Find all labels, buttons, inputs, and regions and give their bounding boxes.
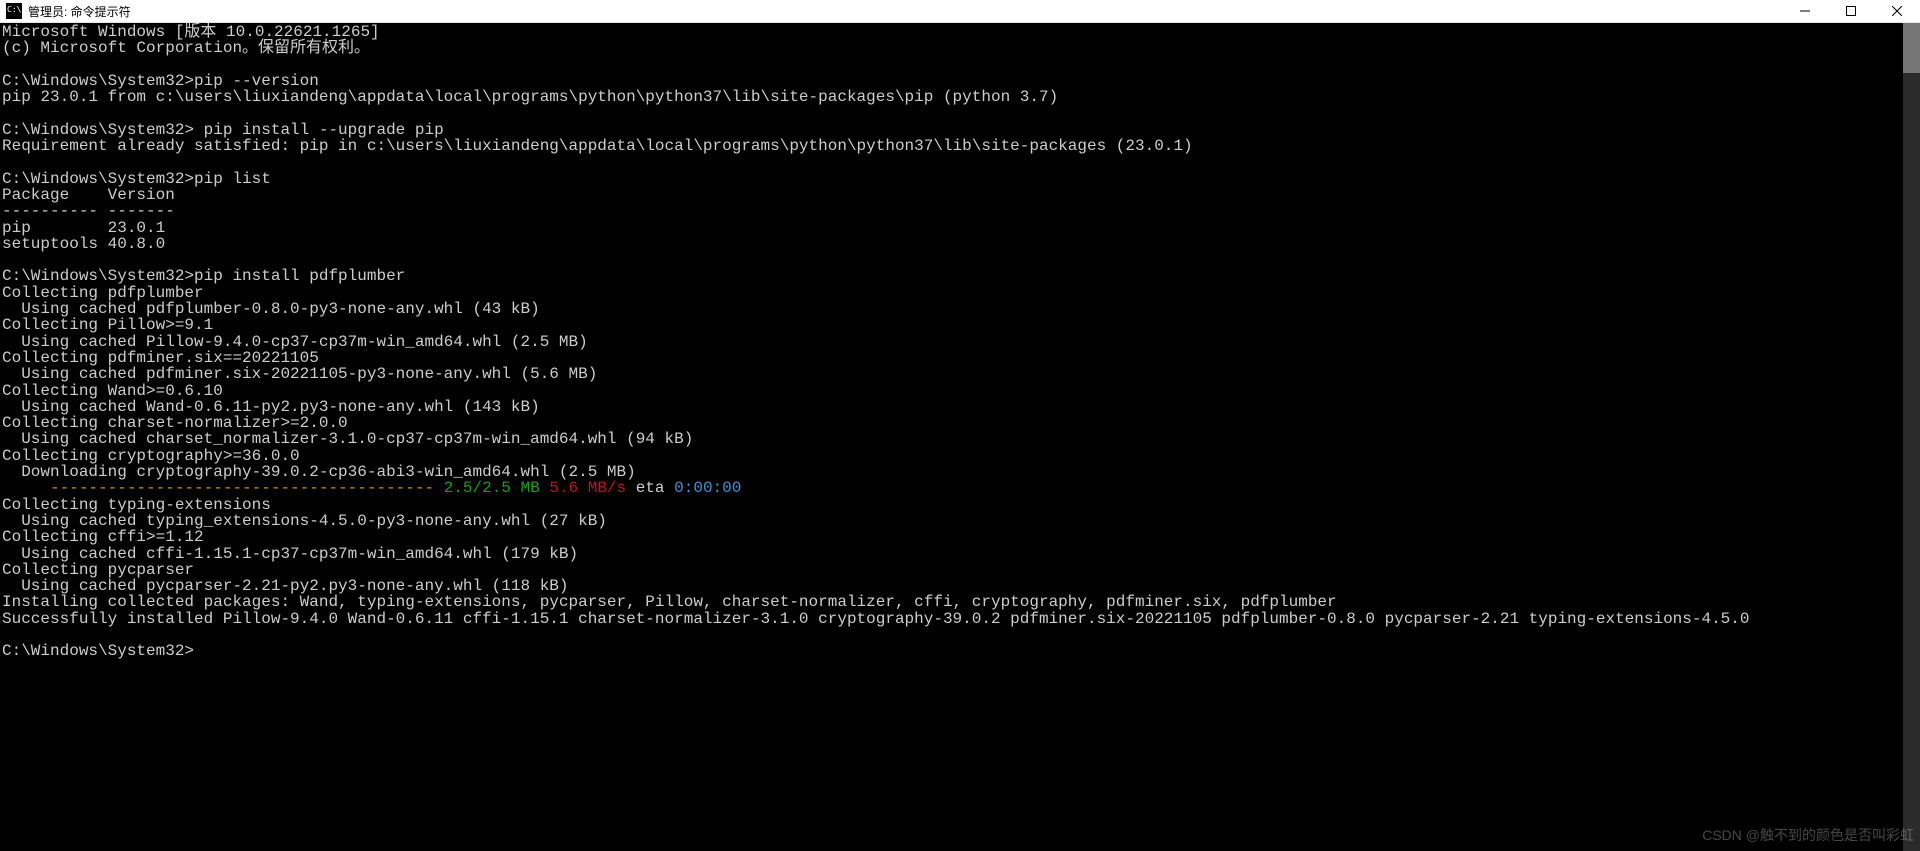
console-line: Collecting charset-normalizer>=2.0.0 <box>2 415 1920 431</box>
console-segment: C:\Windows\System32> pip install --upgra… <box>2 121 444 139</box>
console-line: Using cached typing_extensions-4.5.0-py3… <box>2 513 1920 529</box>
console-line: Installing collected packages: Wand, typ… <box>2 594 1920 610</box>
console-line: Using cached pdfminer.six-20221105-py3-n… <box>2 366 1920 382</box>
console-line: C:\Windows\System32> <box>2 643 1920 659</box>
scrollbar-track[interactable] <box>1903 23 1920 851</box>
console-line: (c) Microsoft Corporation。保留所有权利。 <box>2 40 1920 56</box>
console-segment: Collecting cryptography>=36.0.0 <box>2 447 300 465</box>
console-line: Package Version <box>2 187 1920 203</box>
console-line: Collecting Wand>=0.6.10 <box>2 383 1920 399</box>
console-segment: Using cached pycparser-2.21-py2.py3-none… <box>2 577 569 595</box>
console-line <box>2 627 1920 643</box>
console-segment: Using cached Wand-0.6.11-py2.py3-none-an… <box>2 398 540 416</box>
console-line: ----------------------------------------… <box>2 480 1920 496</box>
console-segment: Using cached cffi-1.15.1-cp37-cp37m-win_… <box>2 545 578 563</box>
console-segment: C:\Windows\System32>pip install pdfplumb… <box>2 267 405 285</box>
console-segment: ---------- ------- <box>2 202 175 220</box>
close-button[interactable] <box>1874 0 1920 22</box>
console-line: Collecting cryptography>=36.0.0 <box>2 448 1920 464</box>
console-segment: Collecting pdfplumber <box>2 284 204 302</box>
console-segment <box>2 479 50 497</box>
console-segment: pip 23.0.1 from c:\users\liuxiandeng\app… <box>2 88 1058 106</box>
console-line: Microsoft Windows [版本 10.0.22621.1265] <box>2 24 1920 40</box>
maximize-icon <box>1846 6 1856 16</box>
scrollbar-thumb[interactable] <box>1903 23 1920 73</box>
console-segment: 2.5/2.5 MB <box>444 479 540 497</box>
console-line: Using cached pycparser-2.21-py2.py3-none… <box>2 578 1920 594</box>
console-line: pip 23.0.1 from c:\users\liuxiandeng\app… <box>2 89 1920 105</box>
console-line: Downloading cryptography-39.0.2-cp36-abi… <box>2 464 1920 480</box>
console-line: Requirement already satisfied: pip in c:… <box>2 138 1920 154</box>
console-segment: Installing collected packages: Wand, typ… <box>2 593 1337 611</box>
console-line: Collecting pdfminer.six==20221105 <box>2 350 1920 366</box>
console-line: Using cached charset_normalizer-3.1.0-cp… <box>2 431 1920 447</box>
console-line: Collecting pycparser <box>2 562 1920 578</box>
console-line <box>2 154 1920 170</box>
console-line: ---------- ------- <box>2 203 1920 219</box>
console-line: Using cached cffi-1.15.1-cp37-cp37m-win_… <box>2 546 1920 562</box>
console-segment: Collecting Wand>=0.6.10 <box>2 382 223 400</box>
console-segment: 5.6 MB/s <box>549 479 626 497</box>
console-segment: Collecting Pillow>=9.1 <box>2 316 213 334</box>
console-segment <box>540 479 550 497</box>
console-segment: Requirement already satisfied: pip in c:… <box>2 137 1193 155</box>
console-segment: Collecting charset-normalizer>=2.0.0 <box>2 414 348 432</box>
console-segment: Using cached charset_normalizer-3.1.0-cp… <box>2 430 693 448</box>
console-line: pip 23.0.1 <box>2 220 1920 236</box>
console-line: Collecting pdfplumber <box>2 285 1920 301</box>
console-segment: Collecting cffi>=1.12 <box>2 528 204 546</box>
console-line <box>2 105 1920 121</box>
console-area[interactable]: Microsoft Windows [版本 10.0.22621.1265](c… <box>0 23 1920 851</box>
console-segment: 0:00:00 <box>674 479 741 497</box>
console-output: Microsoft Windows [版本 10.0.22621.1265](c… <box>0 23 1920 660</box>
console-line: C:\Windows\System32>pip --version <box>2 73 1920 89</box>
console-segment: Downloading cryptography-39.0.2-cp36-abi… <box>2 463 636 481</box>
console-segment: Using cached Pillow-9.4.0-cp37-cp37m-win… <box>2 333 588 351</box>
console-line <box>2 252 1920 268</box>
console-segment: pip 23.0.1 <box>2 219 165 237</box>
console-segment: C:\Windows\System32>pip --version <box>2 72 319 90</box>
console-line: Using cached Pillow-9.4.0-cp37-cp37m-win… <box>2 334 1920 350</box>
console-segment: Collecting pycparser <box>2 561 194 579</box>
console-line: Collecting cffi>=1.12 <box>2 529 1920 545</box>
console-line: Collecting typing-extensions <box>2 497 1920 513</box>
console-segment: ---------------------------------------- <box>50 479 444 497</box>
watermark-text: CSDN @触不到的颜色是否叫彩虹 <box>1702 825 1914 845</box>
console-line: C:\Windows\System32>pip list <box>2 171 1920 187</box>
console-line: Using cached Wand-0.6.11-py2.py3-none-an… <box>2 399 1920 415</box>
cmd-icon <box>6 3 22 19</box>
minimize-button[interactable] <box>1782 0 1828 22</box>
console-line: Successfully installed Pillow-9.4.0 Wand… <box>2 611 1920 627</box>
console-line: Using cached pdfplumber-0.8.0-py3-none-a… <box>2 301 1920 317</box>
console-line: C:\Windows\System32> pip install --upgra… <box>2 122 1920 138</box>
maximize-button[interactable] <box>1828 0 1874 22</box>
console-line: Collecting Pillow>=9.1 <box>2 317 1920 333</box>
console-segment: C:\Windows\System32>pip list <box>2 170 271 188</box>
app-window: 管理员: 命令提示符 Microsoft Windows [版本 10.0.22… <box>0 0 1920 851</box>
console-segment: Collecting pdfminer.six==20221105 <box>2 349 319 367</box>
console-segment: Using cached pdfplumber-0.8.0-py3-none-a… <box>2 300 540 318</box>
console-line <box>2 57 1920 73</box>
console-line: C:\Windows\System32>pip install pdfplumb… <box>2 268 1920 284</box>
console-segment: eta <box>626 479 674 497</box>
console-segment: Using cached typing_extensions-4.5.0-py3… <box>2 512 607 530</box>
console-line: setuptools 40.8.0 <box>2 236 1920 252</box>
titlebar[interactable]: 管理员: 命令提示符 <box>0 0 1920 23</box>
console-segment: Using cached pdfminer.six-20221105-py3-n… <box>2 365 597 383</box>
close-icon <box>1892 6 1902 16</box>
console-segment: setuptools 40.8.0 <box>2 235 165 253</box>
console-segment: Successfully installed Pillow-9.4.0 Wand… <box>2 610 1749 628</box>
minimize-icon <box>1800 6 1810 16</box>
console-segment: C:\Windows\System32> <box>2 642 194 660</box>
window-title: 管理员: 命令提示符 <box>28 3 131 20</box>
console-segment: Collecting typing-extensions <box>2 496 271 514</box>
console-segment: Package Version <box>2 186 175 204</box>
console-segment: (c) Microsoft Corporation。保留所有权利。 <box>2 39 370 57</box>
